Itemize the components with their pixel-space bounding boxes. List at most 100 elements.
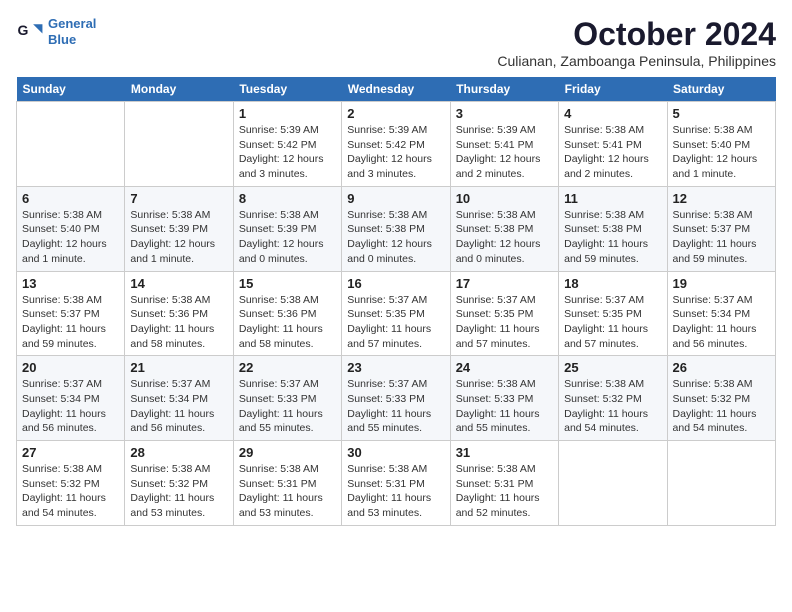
day-number: 28 <box>130 445 227 460</box>
calendar-header-row: SundayMondayTuesdayWednesdayThursdayFrid… <box>17 77 776 102</box>
day-info: Sunrise: 5:37 AM Sunset: 5:34 PM Dayligh… <box>22 377 119 436</box>
logo-line1: General <box>48 16 96 31</box>
day-info: Sunrise: 5:38 AM Sunset: 5:33 PM Dayligh… <box>456 377 553 436</box>
calendar-cell: 21Sunrise: 5:37 AM Sunset: 5:34 PM Dayli… <box>125 356 233 441</box>
day-info: Sunrise: 5:38 AM Sunset: 5:31 PM Dayligh… <box>456 462 553 521</box>
day-number: 10 <box>456 191 553 206</box>
calendar-week-row: 13 Sunrise: 5:38 AM Sunset: 5:37 PM Dayli… <box>17 271 776 356</box>
weekday-header: Tuesday <box>233 77 341 102</box>
day-info: Sunrise: 5:38 AM Sunset: 5:39 PM Dayligh… <box>130 208 227 267</box>
day-info: Sunrise: 5:38 AM Sunset: 5:40 PM Dayligh… <box>22 208 119 267</box>
month-title: October 2024 <box>497 16 776 53</box>
day-number: 4 <box>564 106 661 121</box>
day-info: Sunrise: 5:38 AM Sunset: 5:37 PM Dayligh… <box>22 293 119 352</box>
day-info: Sunrise: 5:38 AM Sunset: 5:40 PM Dayligh… <box>673 123 770 182</box>
calendar-cell <box>125 102 233 187</box>
day-info: Sunrise: 5:37 AM Sunset: 5:35 PM Dayligh… <box>564 293 661 352</box>
calendar-cell: 3Sunrise: 5:39 AM Sunset: 5:41 PM Daylig… <box>450 102 558 187</box>
calendar-cell: 23Sunrise: 5:37 AM Sunset: 5:33 PM Dayli… <box>342 356 450 441</box>
calendar-cell: 9 Sunrise: 5:38 AM Sunset: 5:38 PM Daylig… <box>342 186 450 271</box>
title-block: October 2024 Culianan, Zamboanga Peninsu… <box>497 16 776 69</box>
calendar-cell: 20 Sunrise: 5:37 AM Sunset: 5:34 PM Dayli… <box>17 356 125 441</box>
calendar-cell: 8 Sunrise: 5:38 AM Sunset: 5:39 PM Daylig… <box>233 186 341 271</box>
day-number: 11 <box>564 191 661 206</box>
day-info: Sunrise: 5:38 AM Sunset: 5:32 PM Dayligh… <box>564 377 661 436</box>
day-info: Sunrise: 5:38 AM Sunset: 5:32 PM Dayligh… <box>130 462 227 521</box>
day-info: Sunrise: 5:37 AM Sunset: 5:33 PM Dayligh… <box>347 377 444 436</box>
day-number: 16 <box>347 276 444 291</box>
day-info: Sunrise: 5:39 AM Sunset: 5:41 PM Dayligh… <box>456 123 553 182</box>
weekday-header: Friday <box>559 77 667 102</box>
day-info: Sunrise: 5:38 AM Sunset: 5:39 PM Dayligh… <box>239 208 336 267</box>
day-number: 6 <box>22 191 119 206</box>
calendar-cell: 13 Sunrise: 5:38 AM Sunset: 5:37 PM Dayli… <box>17 271 125 356</box>
day-number: 8 <box>239 191 336 206</box>
calendar-cell: 4 Sunrise: 5:38 AM Sunset: 5:41 PM Daylig… <box>559 102 667 187</box>
day-number: 25 <box>564 360 661 375</box>
day-info: Sunrise: 5:39 AM Sunset: 5:42 PM Dayligh… <box>239 123 336 182</box>
day-number: 29 <box>239 445 336 460</box>
day-number: 18 <box>564 276 661 291</box>
calendar-cell: 30 Sunrise: 5:38 AM Sunset: 5:31 PM Dayli… <box>342 441 450 526</box>
day-info: Sunrise: 5:38 AM Sunset: 5:32 PM Dayligh… <box>22 462 119 521</box>
weekday-header: Sunday <box>17 77 125 102</box>
day-number: 5 <box>673 106 770 121</box>
calendar-cell: 6 Sunrise: 5:38 AM Sunset: 5:40 PM Daylig… <box>17 186 125 271</box>
calendar-cell <box>559 441 667 526</box>
day-info: Sunrise: 5:38 AM Sunset: 5:31 PM Dayligh… <box>347 462 444 521</box>
day-number: 20 <box>22 360 119 375</box>
location: Culianan, Zamboanga Peninsula, Philippin… <box>497 53 776 69</box>
day-number: 26 <box>673 360 770 375</box>
calendar-cell: 15 Sunrise: 5:38 AM Sunset: 5:36 PM Dayli… <box>233 271 341 356</box>
calendar-cell <box>667 441 775 526</box>
calendar-cell: 27Sunrise: 5:38 AM Sunset: 5:32 PM Dayli… <box>17 441 125 526</box>
day-info: Sunrise: 5:37 AM Sunset: 5:35 PM Dayligh… <box>347 293 444 352</box>
calendar-cell: 19Sunrise: 5:37 AM Sunset: 5:34 PM Dayli… <box>667 271 775 356</box>
calendar-cell: 28 Sunrise: 5:38 AM Sunset: 5:32 PM Dayli… <box>125 441 233 526</box>
calendar-cell: 11 Sunrise: 5:38 AM Sunset: 5:38 PM Dayli… <box>559 186 667 271</box>
calendar-cell: 1Sunrise: 5:39 AM Sunset: 5:42 PM Daylig… <box>233 102 341 187</box>
day-info: Sunrise: 5:37 AM Sunset: 5:35 PM Dayligh… <box>456 293 553 352</box>
day-info: Sunrise: 5:37 AM Sunset: 5:34 PM Dayligh… <box>130 377 227 436</box>
page-header: G General Blue October 2024 Culianan, Za… <box>16 16 776 69</box>
day-number: 13 <box>22 276 119 291</box>
day-info: Sunrise: 5:38 AM Sunset: 5:32 PM Dayligh… <box>673 377 770 436</box>
weekday-header: Monday <box>125 77 233 102</box>
day-info: Sunrise: 5:38 AM Sunset: 5:36 PM Dayligh… <box>239 293 336 352</box>
day-info: Sunrise: 5:38 AM Sunset: 5:41 PM Dayligh… <box>564 123 661 182</box>
weekday-header: Thursday <box>450 77 558 102</box>
day-number: 30 <box>347 445 444 460</box>
calendar-week-row: 6 Sunrise: 5:38 AM Sunset: 5:40 PM Daylig… <box>17 186 776 271</box>
day-number: 2 <box>347 106 444 121</box>
calendar-week-row: 1Sunrise: 5:39 AM Sunset: 5:42 PM Daylig… <box>17 102 776 187</box>
calendar-cell: 14Sunrise: 5:38 AM Sunset: 5:36 PM Dayli… <box>125 271 233 356</box>
day-number: 15 <box>239 276 336 291</box>
calendar-week-row: 27Sunrise: 5:38 AM Sunset: 5:32 PM Dayli… <box>17 441 776 526</box>
calendar-cell: 22Sunrise: 5:37 AM Sunset: 5:33 PM Dayli… <box>233 356 341 441</box>
day-info: Sunrise: 5:38 AM Sunset: 5:31 PM Dayligh… <box>239 462 336 521</box>
calendar-cell: 25 Sunrise: 5:38 AM Sunset: 5:32 PM Dayli… <box>559 356 667 441</box>
day-info: Sunrise: 5:38 AM Sunset: 5:38 PM Dayligh… <box>564 208 661 267</box>
svg-text:G: G <box>18 22 29 38</box>
calendar-cell: 31 Sunrise: 5:38 AM Sunset: 5:31 PM Dayli… <box>450 441 558 526</box>
calendar-cell: 26 Sunrise: 5:38 AM Sunset: 5:32 PM Dayli… <box>667 356 775 441</box>
calendar-cell: 5 Sunrise: 5:38 AM Sunset: 5:40 PM Daylig… <box>667 102 775 187</box>
day-number: 22 <box>239 360 336 375</box>
calendar-cell: 2Sunrise: 5:39 AM Sunset: 5:42 PM Daylig… <box>342 102 450 187</box>
day-info: Sunrise: 5:38 AM Sunset: 5:38 PM Dayligh… <box>456 208 553 267</box>
day-info: Sunrise: 5:37 AM Sunset: 5:34 PM Dayligh… <box>673 293 770 352</box>
calendar-cell: 24Sunrise: 5:38 AM Sunset: 5:33 PM Dayli… <box>450 356 558 441</box>
calendar-cell: 10 Sunrise: 5:38 AM Sunset: 5:38 PM Dayli… <box>450 186 558 271</box>
logo-line2: Blue <box>48 32 76 47</box>
day-number: 14 <box>130 276 227 291</box>
calendar-cell: 18 Sunrise: 5:37 AM Sunset: 5:35 PM Dayli… <box>559 271 667 356</box>
day-info: Sunrise: 5:38 AM Sunset: 5:37 PM Dayligh… <box>673 208 770 267</box>
day-number: 31 <box>456 445 553 460</box>
calendar-cell: 29 Sunrise: 5:38 AM Sunset: 5:31 PM Dayli… <box>233 441 341 526</box>
calendar-week-row: 20 Sunrise: 5:37 AM Sunset: 5:34 PM Dayli… <box>17 356 776 441</box>
logo-icon: G <box>16 18 44 46</box>
calendar-cell: 12Sunrise: 5:38 AM Sunset: 5:37 PM Dayli… <box>667 186 775 271</box>
day-number: 9 <box>347 191 444 206</box>
day-info: Sunrise: 5:38 AM Sunset: 5:38 PM Dayligh… <box>347 208 444 267</box>
calendar-cell <box>17 102 125 187</box>
